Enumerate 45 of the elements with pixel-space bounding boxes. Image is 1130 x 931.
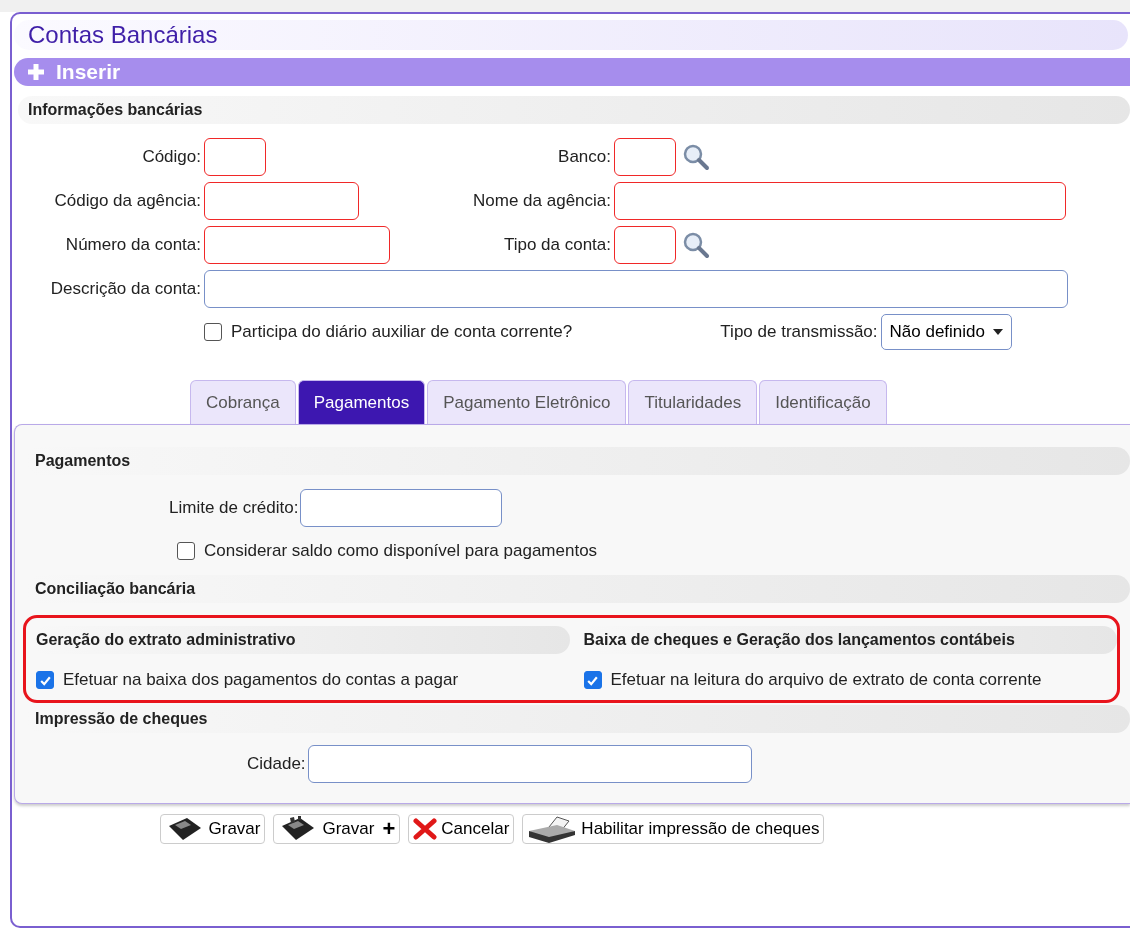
plus-icon [26,62,46,82]
window-title: Contas Bancárias [14,20,1128,50]
field-label: Banco: [558,147,612,167]
input-field[interactable] [614,138,676,176]
section-header: Informações bancárias [18,96,1130,124]
cross-icon [413,818,438,840]
save-button[interactable]: Gravar + [273,814,401,844]
checkbox[interactable] [177,542,195,560]
input-field[interactable] [614,182,1066,220]
tab[interactable]: Titularidades [628,380,758,424]
checkbox-label: Efetuar na leitura do arquivo de extrato de conta corrente [610,670,1042,690]
field-label: Código: [142,147,202,167]
tab[interactable]: Identificação [759,380,887,424]
input-field[interactable] [307,745,752,783]
input-field[interactable] [204,270,1068,308]
cancel-button[interactable]: Cancelar [408,814,515,844]
field-label: Descrição da conta: [50,279,202,299]
field-label: Número da conta: [65,235,202,255]
field-label: Nome da agência: [473,191,612,211]
input-field[interactable] [614,226,676,264]
input-field[interactable] [204,226,390,264]
search-icon[interactable] [682,143,710,171]
save-button[interactable]: Gravar [159,814,266,844]
field-label: Tipo de transmissão: [720,322,878,342]
checkbox[interactable] [36,671,54,689]
print-button[interactable]: Habilitar impressão de cheques [522,814,825,844]
checkbox-label: Considerar saldo como disponível para pagamentos [204,541,598,561]
field-label: Tipo da conta: [503,235,612,255]
tab[interactable]: Pagamentos [297,380,426,424]
tab[interactable]: Pagamento Eletrônico [427,380,627,424]
checkbox-label: Efetuar na baixa dos pagamentos do contas a pagar [63,670,459,690]
input-field[interactable] [204,138,266,176]
caret-icon [993,329,1003,335]
field-label: Limite de crédito: [169,498,299,518]
search-icon[interactable] [682,231,710,259]
transmission-dropdown[interactable]: Não definido [880,314,1012,350]
checkbox-label: Participa do diário auxiliar de conta corrente? [231,322,573,342]
tab[interactable]: Cobrança [190,380,296,424]
checkbox[interactable] [583,671,602,689]
checkbox[interactable] [204,323,222,341]
field-label: Código da agência: [54,191,202,211]
input-field[interactable] [204,182,359,220]
printer-icon [527,815,578,843]
field-label: Cidade: [247,754,306,774]
input-field[interactable] [300,489,503,527]
